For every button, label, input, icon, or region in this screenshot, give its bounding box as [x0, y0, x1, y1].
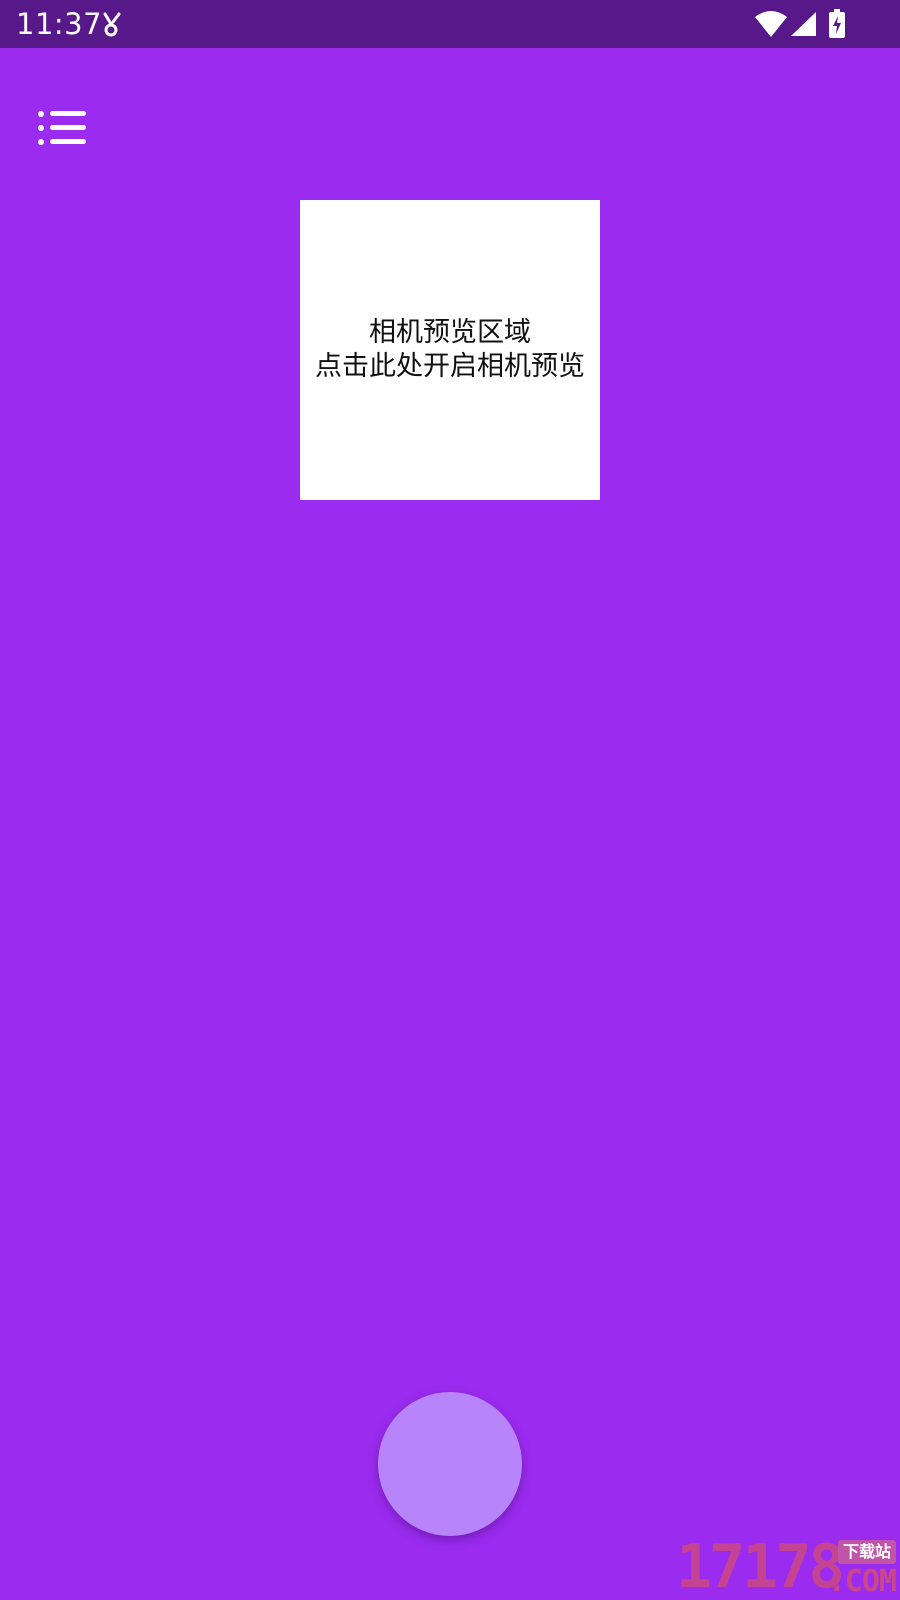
menu-icon	[38, 111, 86, 145]
watermark-digits: 17178	[676, 1536, 845, 1598]
watermark-badge: 下载站	[837, 1540, 896, 1564]
camera-preview-area[interactable]: 相机预览区域 点击此处开启相机预览	[300, 200, 600, 500]
battery-charging-icon	[829, 9, 845, 38]
capture-button[interactable]	[378, 1392, 522, 1536]
preview-title: 相机预览区域	[369, 317, 531, 348]
wifi-icon	[755, 11, 787, 37]
watermark-logo: 17178 下载站 .COM	[676, 1536, 898, 1598]
status-bar: 11:37	[0, 0, 900, 48]
menu-button[interactable]	[32, 104, 92, 154]
status-time: 11:37	[16, 7, 103, 41]
notification-icon	[103, 12, 121, 37]
preview-hint: 点击此处开启相机预览	[315, 351, 585, 382]
watermark-suffix: .COM	[827, 1564, 897, 1598]
signal-icon	[791, 12, 816, 36]
